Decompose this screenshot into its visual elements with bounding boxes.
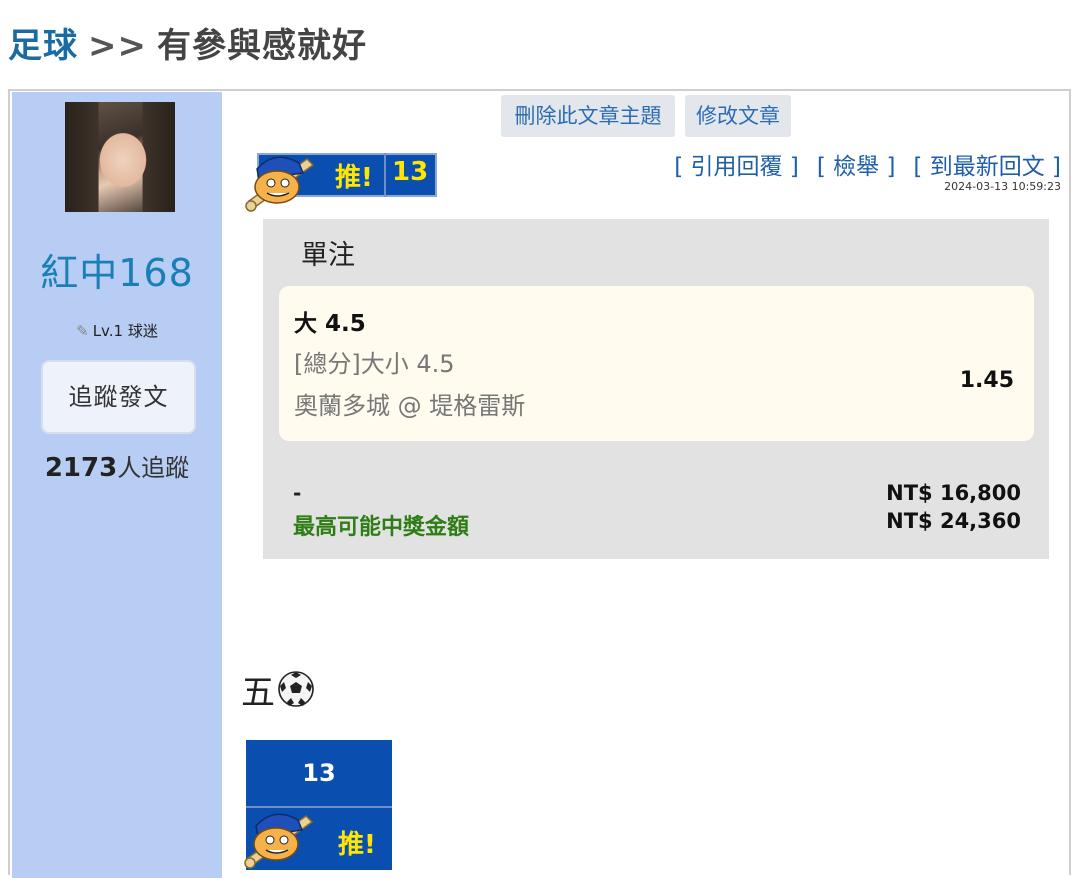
delete-topic-button[interactable]: 刪除此文章主題: [501, 95, 675, 137]
push-count: 13: [392, 157, 429, 187]
bet-selection: 大 4.5 [總分]大小 4.5 奧蘭多城 @ 堤格雷斯 1.45: [279, 286, 1034, 441]
edit-post-button[interactable]: 修改文章: [685, 95, 791, 137]
author-name[interactable]: 紅中168: [12, 242, 222, 297]
baseball-mascot-icon: [245, 156, 315, 212]
author-sidebar: 紅中168 ✎ Lv.1 球迷 追蹤發文 2173人追蹤: [12, 92, 222, 878]
post-actions: [ 引用回覆 ] [ 檢舉 ] [ 到最新回文 ]: [656, 147, 1061, 181]
post-text: 五: [241, 673, 275, 713]
bet-odds: 1.45: [959, 368, 1014, 393]
category-link[interactable]: 足球: [8, 26, 78, 66]
stake-amount: NT$ 16,800: [886, 481, 1021, 505]
post-timestamp: 2024-03-13 10:59:23: [944, 180, 1061, 193]
bet-slip: 單注 大 4.5 [總分]大小 4.5 奧蘭多城 @ 堤格雷斯 1.45 - 最…: [263, 219, 1049, 559]
post-container: 紅中168 ✎ Lv.1 球迷 追蹤發文 2173人追蹤 刪除此文章主題 修改文章…: [8, 89, 1071, 878]
bet-match: 奧蘭多城 @ 堤格雷斯: [294, 392, 526, 420]
push-label: 推!: [335, 163, 373, 193]
report-link[interactable]: [ 檢舉 ]: [817, 154, 896, 180]
followers-unit: 人追蹤: [117, 454, 190, 482]
push-badge[interactable]: 推! 13: [237, 149, 439, 212]
bet-market: [總分]大小 4.5: [294, 350, 455, 378]
followers-number: 2173: [44, 453, 118, 483]
breadcrumb-separator: >>: [88, 26, 147, 66]
payout-label: 最高可能中獎金額: [293, 515, 470, 540]
follow-button[interactable]: 追蹤發文: [41, 360, 196, 434]
payout-amount: NT$ 24,360: [886, 509, 1021, 533]
baseball-mascot-icon: [244, 813, 314, 869]
bet-pick: 大 4.5: [294, 311, 366, 337]
post-content: 五: [241, 665, 315, 714]
page-title: 足球 >> 有參與感就好: [8, 18, 367, 67]
push-button[interactable]: 13 推!: [244, 740, 392, 870]
bet-type: 單注: [301, 240, 355, 271]
pencil-icon: ✎: [76, 322, 89, 340]
stake-label: -: [293, 481, 302, 505]
level-text: Lv.1 球迷: [92, 322, 158, 340]
topic-title: 有參與感就好: [156, 26, 367, 66]
avatar[interactable]: [65, 102, 175, 212]
author-level: ✎ Lv.1 球迷: [12, 320, 222, 341]
latest-reply-link[interactable]: [ 到最新回文 ]: [913, 154, 1061, 180]
push-box-count: 13: [246, 740, 392, 806]
followers-count: 2173人追蹤: [12, 448, 222, 483]
soccer-ball-icon: [278, 671, 314, 707]
push-box-label: 推!: [338, 830, 376, 860]
quote-reply-link[interactable]: [ 引用回覆 ]: [674, 154, 799, 180]
